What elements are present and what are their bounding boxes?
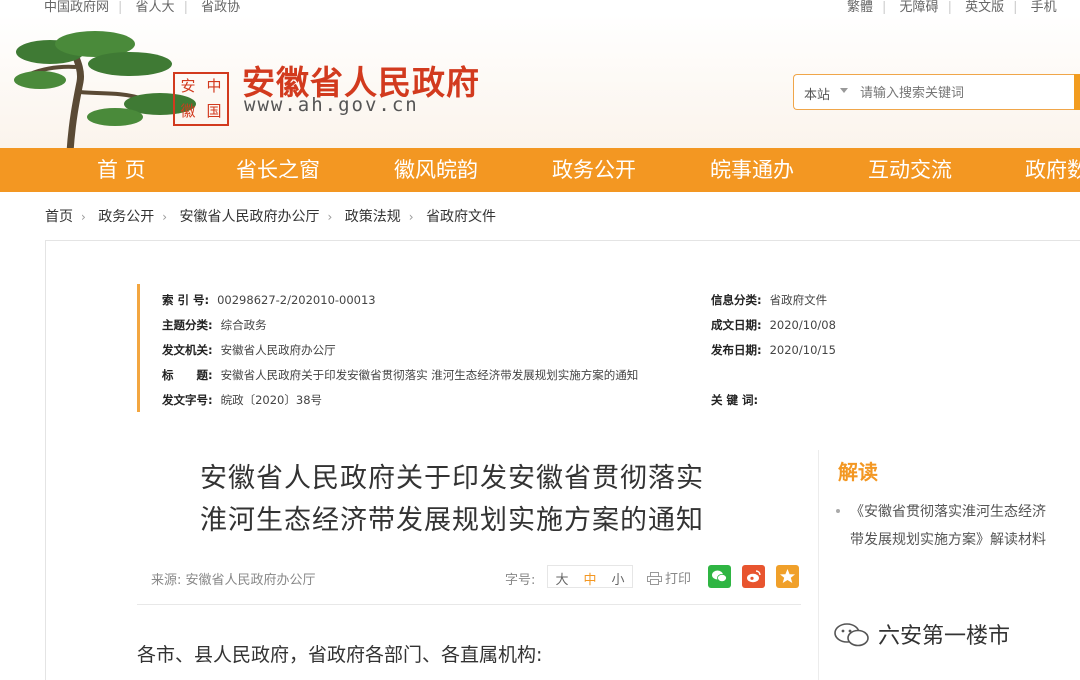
bullet-icon (836, 509, 840, 513)
sidebar-list: 《安徽省贯彻落实淮河生态经济带发展规划实施方案》解读材料 (836, 498, 1056, 554)
link-english[interactable]: 英文版 (965, 0, 1004, 14)
chevron-right-icon: › (81, 210, 86, 224)
wechat-official-account-icon (834, 623, 869, 647)
favorite-button[interactable] (776, 565, 799, 588)
printer-icon (647, 572, 662, 585)
top-links-bar: 中国政府网 | 省人大 | 省政协 繁體 | 无障碍 | 英文版 | 手机 (44, 0, 1057, 14)
seal-char: 国 (206, 102, 222, 120)
search-box: 本站 (793, 74, 1080, 110)
font-size-small-button[interactable]: 小 (604, 569, 632, 588)
font-size-label: 字号: (505, 573, 536, 588)
nav-item-governor-window[interactable]: 省长之窗 (236, 148, 320, 192)
link-provincial-cppcc[interactable]: 省政协 (201, 0, 240, 14)
breadcrumb: 首页 › 政务公开 › 安徽省人民政府办公厅 › 政策法规 › 省政府文件 (45, 206, 496, 226)
document-metadata: 索 引 号: 00298627-2/202010-00013 主题分类: 综合政务 … (137, 284, 836, 412)
link-gov-cn[interactable]: 中国政府网 (44, 0, 109, 14)
chevron-right-icon: › (408, 210, 414, 224)
print-button[interactable]: 打印 (647, 568, 691, 587)
watermark-text: 六安第一楼市 (878, 624, 1011, 649)
article-title: 安徽省人民政府关于印发安徽省贯彻落实 淮河生态经济带发展规划实施方案的通知 (200, 458, 704, 542)
meta-issuer: 发文机关: 安徽省人民政府办公厅 (162, 343, 336, 357)
print-label: 打印 (665, 572, 692, 587)
breadcrumb-policies[interactable]: 政策法规 (345, 209, 401, 225)
nav-item-anhui-culture[interactable]: 徽风皖韵 (394, 148, 478, 192)
article-greeting: 各市、县人民政府，省政府各部门、各直属机构: (137, 644, 543, 666)
main-nav: 首 页 省长之窗 徽风皖韵 政务公开 皖事通办 互动交流 政府数 (0, 148, 1080, 192)
chevron-right-icon: › (327, 210, 333, 224)
breadcrumb-general-office[interactable]: 安徽省人民政府办公厅 (180, 209, 320, 225)
link-accessibility[interactable]: 无障碍 (900, 0, 939, 14)
pine-tree-logo (14, 31, 196, 152)
list-item[interactable]: 《安徽省贯彻落实淮河生态经济带发展规划实施方案》解读材料 (836, 498, 1056, 554)
link-traditional-chinese[interactable]: 繁體 (847, 0, 873, 14)
search-scope-select[interactable]: 本站 (804, 84, 830, 103)
meta-created-date: 成文日期: 2020/10/08 (711, 318, 836, 332)
breadcrumb-home[interactable]: 首页 (45, 209, 73, 225)
meta-topic: 主题分类: 综合政务 (162, 318, 267, 332)
sidebar-title: 解读 (838, 460, 878, 484)
seal-char: 徽 (180, 102, 196, 120)
breadcrumb-government-affairs[interactable]: 政务公开 (98, 209, 154, 225)
search-input[interactable] (858, 81, 1072, 105)
weibo-icon (747, 570, 761, 583)
wechat-icon (712, 570, 727, 582)
link-mobile[interactable]: 手机 (1031, 0, 1057, 14)
watermark: 六安第一楼市 (832, 618, 1010, 650)
meta-index-no: 索 引 号: 00298627-2/202010-00013 (162, 293, 376, 307)
nav-item-home[interactable]: 首 页 (97, 148, 146, 192)
meta-doc-no: 发文字号: 皖政〔2020〕38号 (162, 393, 323, 407)
font-size-medium-button[interactable]: 中 (576, 569, 604, 588)
share-wechat-button[interactable] (708, 565, 731, 588)
breadcrumb-government-documents[interactable]: 省政府文件 (426, 209, 496, 225)
font-size-switcher: 大 中 小 (547, 565, 633, 588)
star-icon (780, 569, 795, 583)
seal-char: 中 (206, 77, 222, 95)
link-provincial-congress[interactable]: 省人大 (136, 0, 175, 14)
site-url: www.ah.gov.cn (244, 94, 419, 116)
article-source: 来源: 安徽省人民政府办公厅 (151, 573, 316, 588)
sidebar-item-link[interactable]: 《安徽省贯彻落实淮河生态经济带发展规划实施方案》解读材料 (836, 498, 1056, 554)
nav-item-government-affairs[interactable]: 政务公开 (552, 148, 636, 192)
font-size-large-button[interactable]: 大 (548, 569, 576, 588)
share-weibo-button[interactable] (742, 565, 765, 588)
meta-keywords: 关 键 词: (711, 393, 759, 407)
chevron-right-icon: › (162, 210, 168, 224)
meta-title: 标 题: 安徽省人民政府关于印发安徽省贯彻落实 淮河生态经济带发展规划实施方案的通… (162, 368, 639, 382)
article-title-line: 淮河生态经济带发展规划实施方案的通知 (200, 505, 704, 536)
site-header: 安 中 徽 国 安徽省人民政府 www.ah.gov.cn 本站 (0, 14, 1080, 152)
nav-item-government-data[interactable]: 政府数 (1025, 148, 1080, 192)
search-button[interactable] (1074, 74, 1080, 110)
nav-item-interaction[interactable]: 互动交流 (868, 148, 952, 192)
meta-info-class: 信息分类: 省政府文件 (711, 293, 828, 307)
article-title-line: 安徽省人民政府关于印发安徽省贯彻落实 (200, 463, 704, 494)
chevron-down-icon[interactable] (840, 88, 848, 93)
meta-published-date: 发布日期: 2020/10/15 (711, 343, 836, 357)
seal-logo: 安 中 徽 国 (173, 72, 229, 126)
divider (137, 604, 801, 605)
nav-item-services[interactable]: 皖事通办 (710, 148, 794, 192)
seal-char: 安 (180, 77, 196, 95)
